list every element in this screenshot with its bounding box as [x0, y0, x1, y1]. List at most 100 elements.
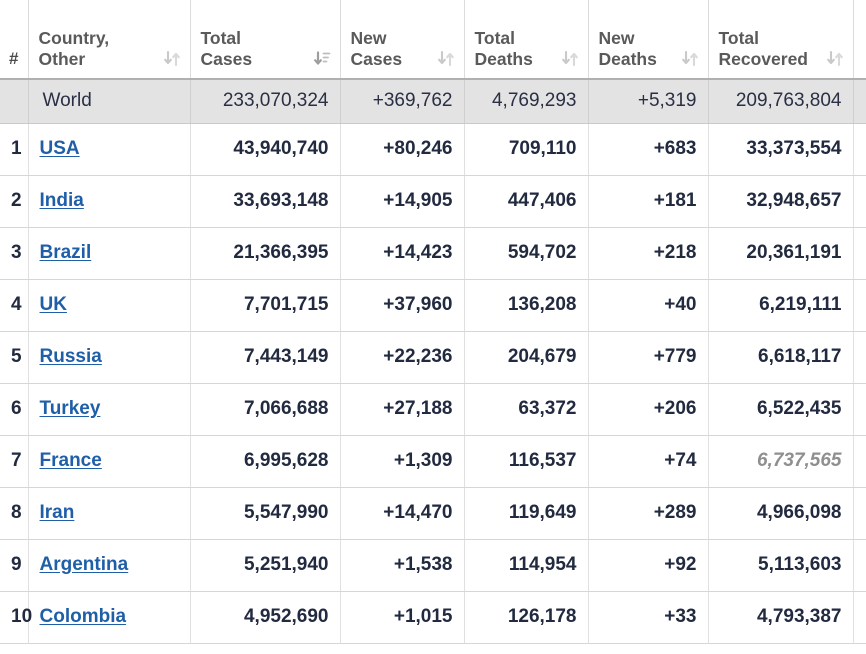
row-new-deaths-cell: +33 [588, 591, 708, 643]
column-header-rank[interactable]: # [0, 0, 28, 79]
row-country-cell: France [28, 435, 190, 487]
row-country-cell: Turkey [28, 383, 190, 435]
row-total-cases-cell: 7,066,688 [190, 383, 340, 435]
row-total-deaths-cell: 594,702 [464, 227, 588, 279]
row-total-recovered-cell: 6,618,117 [708, 331, 853, 383]
row-new-deaths-cell: +74 [588, 435, 708, 487]
row-total-cases-cell: 5,251,940 [190, 539, 340, 591]
row-total-recovered-cell: 20,361,191 [708, 227, 853, 279]
table-row: 5Russia7,443,149+22,236204,679+7796,618,… [0, 331, 866, 383]
table-body: World 233,070,324 +369,762 4,769,293 +5,… [0, 79, 866, 643]
row-new-deaths-cell: +218 [588, 227, 708, 279]
column-header-total-recovered[interactable]: Total Recovered [708, 0, 853, 79]
table-row: 2India33,693,148+14,905447,406+18132,948… [0, 175, 866, 227]
row-active-cases-cell [853, 539, 866, 591]
row-total-deaths-cell: 126,178 [464, 591, 588, 643]
row-country-cell: UK [28, 279, 190, 331]
country-link[interactable]: France [40, 450, 102, 471]
column-header-active-cases-partial[interactable] [853, 0, 866, 79]
row-total-deaths-cell: 709,110 [464, 123, 588, 175]
table-row: 10Colombia4,952,690+1,015126,178+334,793… [0, 591, 866, 643]
column-header-new-deaths-label: New Deaths [599, 28, 676, 69]
country-link[interactable]: Russia [40, 346, 102, 367]
row-active-cases-cell [853, 591, 866, 643]
row-total-recovered-cell: 32,948,657 [708, 175, 853, 227]
sort-unsorted-icon[interactable] [562, 49, 579, 68]
sort-unsorted-icon[interactable] [682, 49, 699, 68]
row-total-deaths-cell: 204,679 [464, 331, 588, 383]
table-row: 3Brazil21,366,395+14,423594,702+21820,36… [0, 227, 866, 279]
row-active-cases-cell [853, 435, 866, 487]
row-new-cases-cell: +37,960 [340, 279, 464, 331]
column-header-total-deaths[interactable]: Total Deaths [464, 0, 588, 79]
country-link[interactable]: Colombia [40, 606, 127, 627]
row-country-cell: India [28, 175, 190, 227]
row-total-recovered-cell: 5,113,603 [708, 539, 853, 591]
country-link[interactable]: USA [40, 138, 80, 159]
row-active-cases-cell [853, 487, 866, 539]
column-header-total-cases-label: Total Cases [201, 28, 308, 69]
column-header-total-cases-line1: Total [201, 28, 242, 48]
sort-descending-icon[interactable] [314, 49, 331, 68]
row-rank-cell: 8 [0, 487, 28, 539]
column-header-total-cases[interactable]: Total Cases [190, 0, 340, 79]
sort-unsorted-icon[interactable] [438, 49, 455, 68]
column-header-new-deaths-line1: New [599, 28, 635, 48]
row-active-cases-cell [853, 331, 866, 383]
column-header-country-line1: Country, [39, 28, 110, 48]
row-total-cases-cell: 33,693,148 [190, 175, 340, 227]
column-header-country[interactable]: Country, Other [28, 0, 190, 79]
row-rank-cell: 6 [0, 383, 28, 435]
column-header-total-deaths-line2: Deaths [475, 49, 533, 69]
country-link[interactable]: Argentina [40, 554, 129, 575]
column-header-total-recovered-label: Total Recovered [719, 28, 821, 69]
row-active-cases-cell [853, 175, 866, 227]
row-total-recovered-cell: 33,373,554 [708, 123, 853, 175]
column-header-new-deaths[interactable]: New Deaths [588, 0, 708, 79]
row-rank-cell: 10 [0, 591, 28, 643]
world-new-deaths-cell: +5,319 [588, 79, 708, 123]
row-rank-cell: 5 [0, 331, 28, 383]
row-total-cases-cell: 21,366,395 [190, 227, 340, 279]
country-link[interactable]: UK [40, 294, 67, 315]
row-new-cases-cell: +22,236 [340, 331, 464, 383]
row-total-cases-cell: 4,952,690 [190, 591, 340, 643]
row-total-cases-cell: 7,443,149 [190, 331, 340, 383]
table-row: 4UK7,701,715+37,960136,208+406,219,111 [0, 279, 866, 331]
column-header-country-line2: Other [39, 49, 86, 69]
column-header-total-recovered-line1: Total [719, 28, 760, 48]
sort-unsorted-icon[interactable] [827, 49, 844, 68]
row-rank-cell: 3 [0, 227, 28, 279]
row-total-recovered-cell: 6,737,565 [708, 435, 853, 487]
row-active-cases-cell [853, 279, 866, 331]
column-header-new-cases[interactable]: New Cases [340, 0, 464, 79]
country-link[interactable]: Brazil [40, 242, 92, 263]
row-new-deaths-cell: +289 [588, 487, 708, 539]
row-country-cell: Iran [28, 487, 190, 539]
row-new-cases-cell: +27,188 [340, 383, 464, 435]
row-rank-cell: 2 [0, 175, 28, 227]
table-row: 7France6,995,628+1,309116,537+746,737,56… [0, 435, 866, 487]
table-row: 9Argentina5,251,940+1,538114,954+925,113… [0, 539, 866, 591]
row-active-cases-cell [853, 227, 866, 279]
row-new-cases-cell: +14,905 [340, 175, 464, 227]
sort-unsorted-icon[interactable] [164, 49, 181, 68]
country-link[interactable]: India [40, 190, 84, 211]
column-header-new-cases-label: New Cases [351, 28, 432, 69]
column-header-country-label: Country, Other [39, 28, 158, 69]
country-link[interactable]: Turkey [40, 398, 101, 419]
column-header-total-deaths-label: Total Deaths [475, 28, 556, 69]
column-header-new-cases-line1: New [351, 28, 387, 48]
column-header-total-cases-line2: Cases [201, 49, 253, 69]
row-total-recovered-cell: 4,793,387 [708, 591, 853, 643]
row-total-recovered-cell: 4,966,098 [708, 487, 853, 539]
country-link[interactable]: Iran [40, 502, 75, 523]
table-row: 1USA43,940,740+80,246709,110+68333,373,5… [0, 123, 866, 175]
table-header-row: # Country, Other [0, 0, 866, 79]
column-header-new-cases-line2: Cases [351, 49, 403, 69]
column-header-total-deaths-line1: Total [475, 28, 516, 48]
row-total-deaths-cell: 119,649 [464, 487, 588, 539]
covid-statistics-table-container: # Country, Other [0, 0, 866, 654]
row-total-deaths-cell: 114,954 [464, 539, 588, 591]
row-new-deaths-cell: +40 [588, 279, 708, 331]
